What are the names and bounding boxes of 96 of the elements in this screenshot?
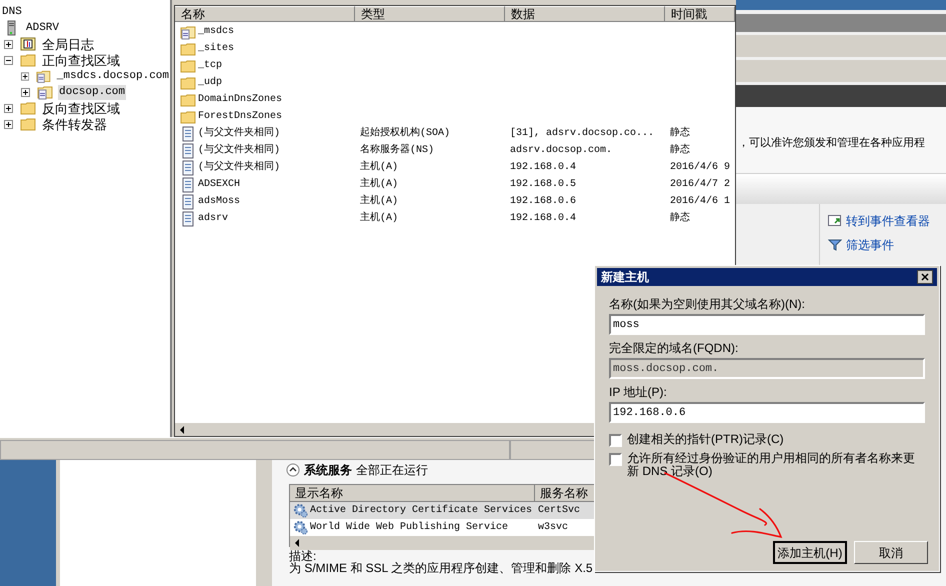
table-cell: 起始授权机构(SOA) [360, 126, 450, 140]
record-icon [180, 142, 196, 158]
zone-folder-icon [37, 84, 53, 100]
tree-item[interactable]: ADSRV [25, 20, 60, 36]
table-cell: 192.168.0.5 [510, 178, 576, 192]
table-cell: 静态 [670, 212, 690, 226]
folder-icon [180, 108, 196, 124]
folder-icon [20, 52, 36, 68]
table-cell-text: Active Directory Certificate Services [310, 504, 532, 518]
expand-icon[interactable] [21, 88, 30, 96]
table-cell: 主机(A) [360, 212, 398, 226]
folder-icon [180, 40, 196, 56]
column-header[interactable]: 名称 [175, 6, 355, 22]
checkbox[interactable] [609, 434, 622, 447]
folder-icon [180, 74, 196, 90]
link[interactable]: 筛选事件 [828, 236, 946, 254]
table-cell-text: CertSvc [538, 504, 580, 518]
tree-item[interactable]: docsop.com [58, 84, 126, 100]
record-name[interactable]: adsrv [198, 212, 228, 226]
checkbox-label: 允许所有经过身份验证的用户用相同的所有者名称来更新 DNS 记录(O) [627, 452, 916, 478]
record-name[interactable]: ForestDnsZones [198, 110, 282, 124]
field-label: IP 地址(P): [609, 385, 668, 399]
section-title: 系统服务 [304, 462, 352, 479]
field-label: 名称(如果为空则使用其父域名称)(N): [609, 297, 806, 311]
column-header[interactable]: 数据 [505, 6, 665, 22]
record-name[interactable]: DomainDnsZones [198, 92, 282, 106]
record-name[interactable]: _msdcs [198, 24, 234, 38]
checkbox[interactable] [609, 453, 622, 466]
dialog-title: 新建主机 [601, 269, 649, 286]
description-text: 为 S/MIME 和 SSL 之类的应用程序创建、管理和删除 X.5 [289, 562, 593, 574]
close-icon [921, 273, 929, 281]
record-icon [180, 160, 196, 176]
tree-item[interactable]: 正向查找区域 [41, 52, 121, 68]
table-cell: 主机(A) [360, 160, 398, 174]
dialog-button[interactable]: 取消 [854, 541, 928, 564]
gears-icon [293, 503, 308, 518]
table-cell-text: World Wide Web Publishing Service [310, 520, 508, 535]
folder-icon [180, 92, 196, 108]
expand-icon[interactable] [21, 72, 30, 80]
record-icon [180, 210, 196, 226]
folder-icon [180, 58, 196, 74]
record-name[interactable]: (与父文件夹相同) [198, 160, 280, 174]
field-label: 完全限定的域名(FQDN): [609, 341, 740, 355]
record-name[interactable]: (与父文件夹相同) [198, 126, 280, 140]
expand-icon[interactable] [4, 104, 13, 112]
table-cell: adsrv.docsop.com. [510, 144, 612, 158]
expand-icon[interactable] [4, 40, 13, 48]
table-cell: [31], adsrv.docsop.co... [510, 126, 654, 140]
table-cell: 192.168.0.4 [510, 160, 576, 174]
collapse-icon[interactable] [286, 463, 300, 477]
tree-item[interactable]: 反向查找区域 [41, 100, 121, 116]
link[interactable]: 转到事件查看器 [828, 212, 946, 230]
record-name[interactable]: adsMoss [198, 194, 240, 208]
column-header[interactable]: 类型 [355, 6, 505, 22]
record-name[interactable]: _udp [198, 76, 222, 90]
table-cell: 2016/4/6 9 [670, 160, 730, 174]
input-field[interactable]: moss [609, 314, 925, 335]
zone-folder-icon [36, 68, 51, 84]
record-name[interactable]: _sites [198, 42, 234, 56]
filter-icon [828, 239, 842, 251]
tree-item[interactable]: 全局日志 [41, 36, 95, 52]
table-cell: 192.168.0.4 [510, 212, 576, 226]
section-status: 全部正在运行 [356, 462, 428, 479]
table-cell: 192.168.0.6 [510, 194, 576, 208]
record-icon [180, 126, 196, 142]
column-header[interactable]: 显示名称 [290, 485, 535, 502]
tree-item[interactable]: 条件转发器 [41, 116, 108, 132]
checkbox-label: 创建相关的指针(PTR)记录(C) [627, 433, 785, 446]
table-cell: 名称服务器(NS) [360, 144, 434, 158]
intro-text: ，可以准许您颁发和管理在各种应用程 [738, 137, 925, 149]
table-cell: 主机(A) [360, 194, 398, 208]
table-cell: 主机(A) [360, 178, 398, 192]
record-icon [180, 194, 196, 210]
folder-icon [20, 100, 36, 116]
tree-item[interactable]: _msdcs.docsop.com [56, 68, 170, 84]
dialog-button[interactable]: 添加主机(H) [773, 541, 847, 564]
table-cell: 2016/4/6 1 [670, 194, 730, 208]
record-name[interactable]: (与父文件夹相同) [198, 144, 280, 158]
table-cell: 2016/4/7 2 [670, 178, 730, 192]
gears-icon [293, 520, 308, 535]
input-field[interactable]: 192.168.0.6 [609, 402, 925, 423]
table-cell: 静态 [670, 126, 690, 140]
close-button[interactable] [917, 270, 933, 284]
column-header[interactable]: 时间戳 [665, 6, 735, 22]
tree-root[interactable]: DNS [0, 4, 22, 20]
table-cell-text: w3svc [538, 521, 568, 535]
record-name[interactable]: ADSEXCH [198, 178, 240, 192]
expand-icon[interactable] [4, 120, 13, 128]
table-cell: 静态 [670, 144, 690, 158]
description-label: 描述: [289, 550, 316, 562]
folder-icon [20, 116, 36, 132]
record-icon [180, 176, 196, 192]
collapse-icon[interactable] [4, 56, 13, 64]
log-book-icon [20, 36, 36, 52]
record-name[interactable]: _tcp [198, 58, 222, 72]
zone-folder-icon [180, 24, 196, 40]
